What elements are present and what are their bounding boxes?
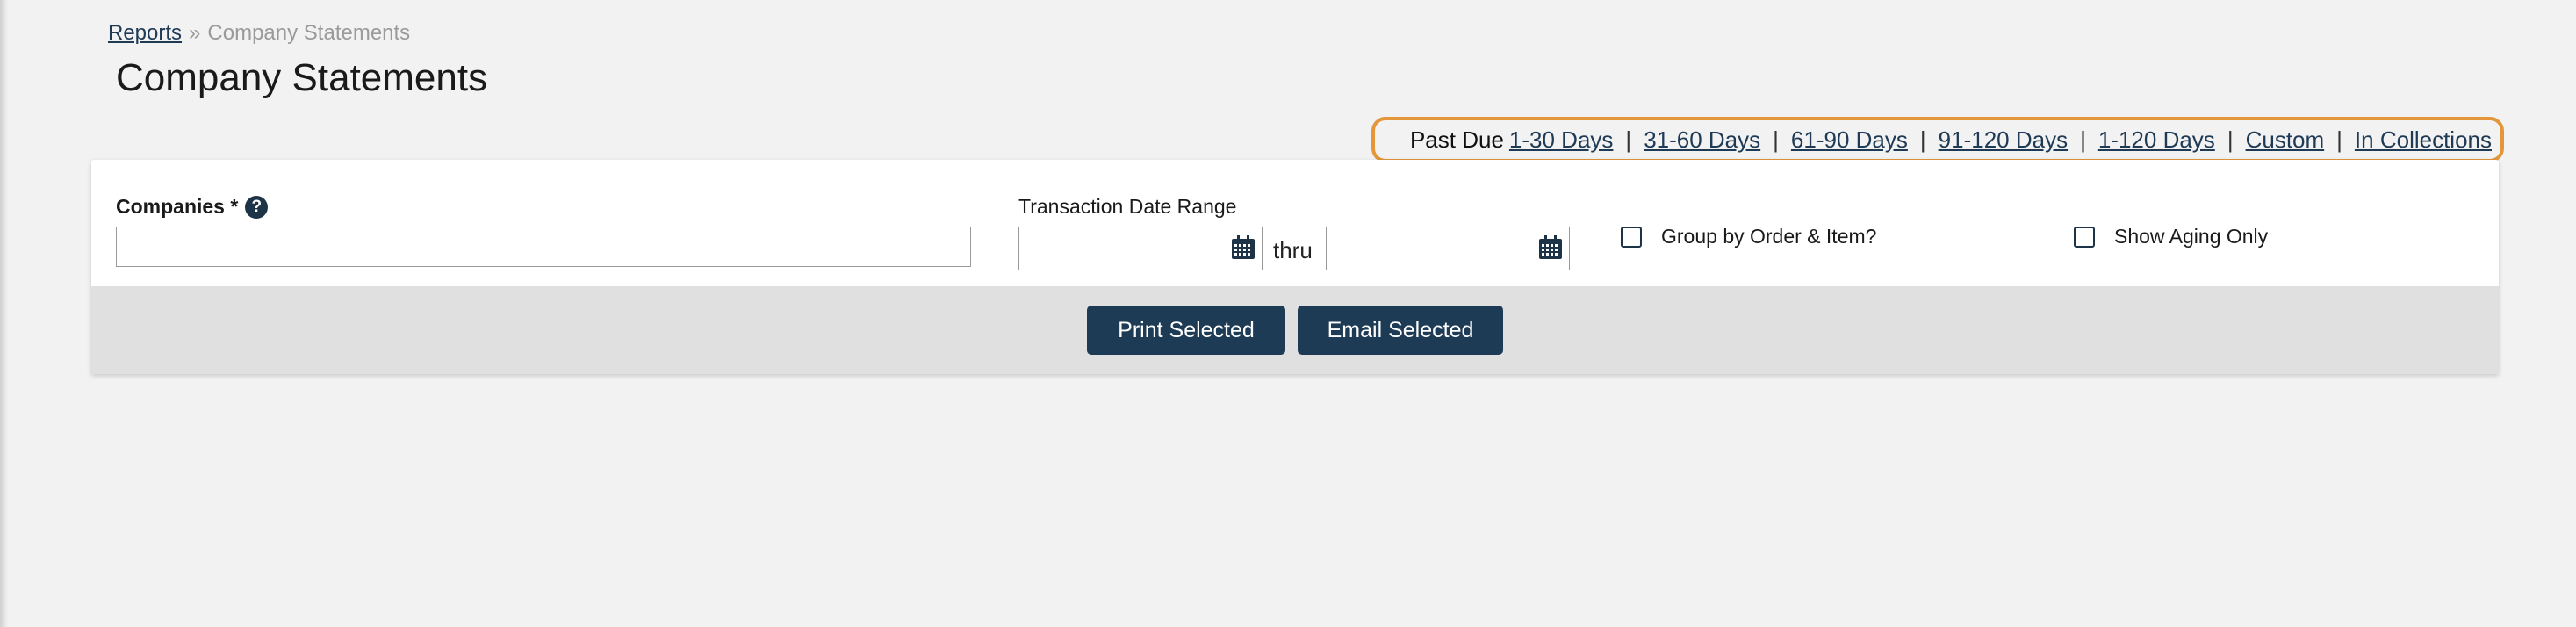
- date-from-field[interactable]: [1018, 227, 1263, 270]
- action-bar: Print Selected Email Selected: [91, 286, 2499, 374]
- show-aging-option[interactable]: Show Aging Only: [2074, 225, 2268, 249]
- breadcrumb-separator: »: [189, 21, 201, 45]
- group-by-order-option[interactable]: Group by Order & Item?: [1621, 225, 1876, 249]
- past-due-label: Past Due: [1409, 126, 1504, 153]
- link-separator: |: [2080, 126, 2086, 153]
- help-icon[interactable]: ?: [245, 195, 269, 219]
- transaction-date-range-label: Transaction Date Range: [1018, 195, 1237, 218]
- group-by-order-checkbox[interactable]: [1621, 226, 1642, 248]
- page-title: Company Statements: [116, 56, 488, 99]
- show-aging-checkbox[interactable]: [2074, 226, 2095, 248]
- statement-filter-card: Companies * ? Transaction Date Range thr…: [91, 160, 2499, 374]
- link-separator: |: [1919, 126, 1926, 153]
- link-separator: |: [2227, 126, 2234, 153]
- thru-label: thru: [1273, 237, 1313, 263]
- breadcrumb: Reports » Company Statements: [108, 21, 410, 46]
- past-due-1-120-link[interactable]: 1-120 Days: [2098, 126, 2215, 154]
- link-separator: |: [1773, 126, 1779, 153]
- group-by-order-label: Group by Order & Item?: [1661, 225, 1877, 248]
- window-left-edge: [0, 0, 9, 627]
- past-due-61-90-link[interactable]: 61-90 Days: [1791, 126, 1908, 154]
- link-separator: |: [1625, 126, 1632, 153]
- past-due-1-30-link[interactable]: 1-30 Days: [1509, 126, 1614, 154]
- past-due-custom-link[interactable]: Custom: [2246, 126, 2325, 154]
- calendar-icon[interactable]: [1230, 234, 1256, 261]
- email-selected-button[interactable]: Email Selected: [1298, 306, 1503, 355]
- companies-label: Companies *: [116, 195, 239, 218]
- breadcrumb-current: Company Statements: [207, 21, 411, 45]
- past-due-91-120-link[interactable]: 91-120 Days: [1939, 126, 2068, 154]
- companies-input[interactable]: [116, 227, 971, 267]
- print-selected-button[interactable]: Print Selected: [1087, 306, 1285, 355]
- show-aging-label: Show Aging Only: [2114, 225, 2269, 248]
- past-due-in-collections-link[interactable]: In Collections: [2355, 126, 2492, 154]
- calendar-icon[interactable]: [1537, 234, 1564, 261]
- date-from-input[interactable]: [1019, 227, 1227, 268]
- date-to-input[interactable]: [1327, 227, 1534, 268]
- past-due-31-60-link[interactable]: 31-60 Days: [1644, 126, 1760, 154]
- filter-form-row: Companies * ? Transaction Date Range thr…: [91, 160, 2499, 286]
- companies-label-group: Companies * ?: [116, 195, 269, 219]
- breadcrumb-reports-link[interactable]: Reports: [108, 21, 182, 45]
- link-separator: |: [2336, 126, 2342, 153]
- past-due-filter-bar: Past Due 1-30 Days | 31-60 Days | 61-90 …: [1371, 117, 2504, 162]
- date-to-field[interactable]: [1326, 227, 1570, 270]
